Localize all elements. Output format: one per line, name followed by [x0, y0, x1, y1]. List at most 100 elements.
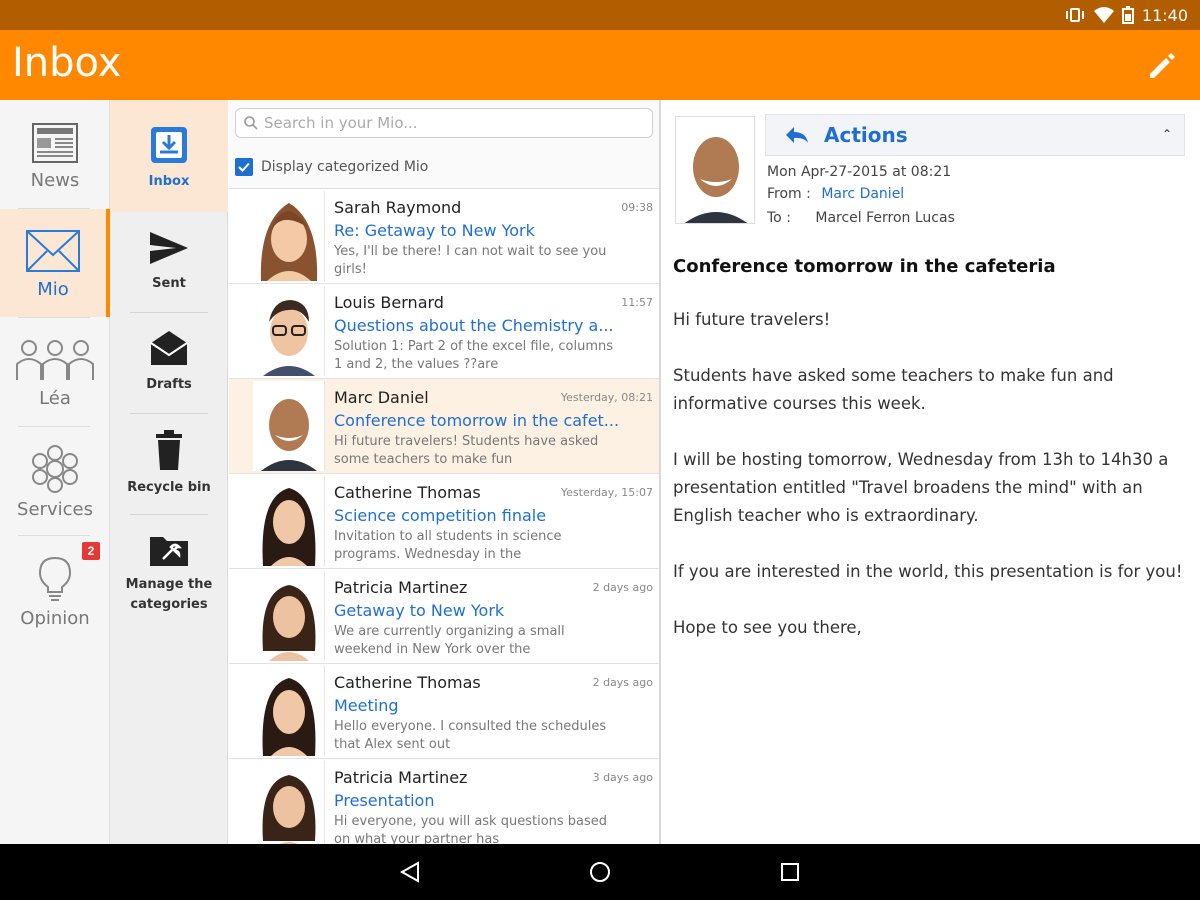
avatar [253, 666, 325, 756]
back-button[interactable] [398, 860, 422, 884]
back-triangle-icon [399, 861, 419, 883]
send-icon [150, 232, 188, 264]
message-preview: Invitation to all students in science pr… [334, 529, 562, 562]
avatar-woman-dark-hair-icon [253, 666, 324, 756]
trash-icon [156, 430, 182, 470]
message-time: 2 days ago [592, 676, 653, 689]
mail-body: Hi future travelers! Students have asked… [673, 306, 1193, 670]
open-envelope-icon [150, 331, 188, 365]
avatar-woman-icon [253, 761, 324, 844]
search-input[interactable] [264, 114, 644, 132]
home-button[interactable] [588, 860, 612, 884]
message-sender: Catherine Thomas [334, 483, 481, 502]
nav-label: Mio [37, 279, 69, 300]
status-time: 11:40 [1141, 5, 1188, 25]
categorized-toggle[interactable]: Display categorized Mio [235, 156, 428, 178]
from-label: From : [767, 186, 811, 202]
message-sender: Patricia Martinez [334, 578, 468, 597]
message-time: 2 days ago [592, 581, 653, 594]
message-row[interactable]: Patricia Martinez 3 days ago Presentatio… [229, 759, 659, 844]
message-row[interactable]: Catherine Thomas 2 days ago Meeting Hell… [229, 664, 659, 759]
message-sender: Louis Bernard [334, 293, 444, 312]
avatar-woman-icon [253, 571, 324, 661]
mail-date: Mon Apr-27-2015 at 08:21 [767, 164, 952, 180]
primary-nav: News Mio Léa Services 2 Opinion [0, 100, 110, 844]
message-subject: Meeting [334, 696, 399, 715]
system-nav-bar [0, 844, 1200, 900]
app-bar: Inbox [0, 30, 1200, 100]
folder-sent[interactable]: Sent [110, 212, 228, 312]
folder-manage-categories[interactable]: Manage the categories [110, 515, 228, 625]
check-icon [238, 162, 250, 172]
nav-item-mio[interactable]: Mio [0, 209, 110, 317]
message-time: 11:57 [621, 296, 653, 309]
mail-paragraph: I will be hosting tomorrow, Wednesday fr… [673, 450, 1169, 525]
message-row[interactable]: Catherine Thomas Yesterday, 15:07 Scienc… [229, 474, 659, 569]
recents-button[interactable] [778, 860, 802, 884]
status-icons: 11:40 [1064, 0, 1188, 30]
search-box [235, 108, 653, 138]
categorized-label: Display categorized Mio [261, 159, 429, 175]
actions-label: Actions [824, 123, 908, 147]
message-sender: Catherine Thomas [334, 673, 481, 692]
message-sender: Patricia Martinez [334, 768, 468, 787]
avatar [253, 476, 325, 566]
categorized-checkbox[interactable] [235, 158, 253, 176]
newspaper-icon [32, 123, 78, 163]
nav-label: News [30, 170, 80, 191]
message-list: Display categorized Mio Sarah Raymond 09… [229, 100, 661, 844]
mail-paragraph: If you are interested in the world, this… [673, 562, 1183, 581]
folder-label: Sent [152, 276, 186, 291]
nav-item-opinion[interactable]: Opinion [0, 536, 110, 644]
to-name: Marcel Ferron Lucas [815, 210, 955, 226]
reply-arrow-icon [786, 127, 808, 143]
compose-button[interactable] [1144, 48, 1180, 84]
recents-square-icon [781, 863, 799, 881]
mail-paragraph: Hi future travelers! [673, 310, 831, 329]
folder-label: Manage the categories [125, 577, 213, 612]
inbox-download-icon [151, 127, 187, 163]
folder-label: Recycle bin [127, 480, 211, 495]
nav-item-lea[interactable]: Léa [0, 318, 110, 426]
message-sender: Marc Daniel [334, 388, 429, 407]
message-subject: Conference tomorrow in the cafet... [334, 411, 620, 430]
avatar-bald-man-icon [676, 117, 754, 223]
battery-icon [1121, 6, 1134, 24]
folder-recycle-bin[interactable]: Recycle bin [110, 414, 228, 514]
message-time: 3 days ago [592, 771, 653, 784]
message-row[interactable]: Sarah Raymond 09:38 Re: Getaway to New Y… [229, 189, 659, 284]
nav-item-news[interactable]: News [0, 100, 110, 208]
page-title: Inbox [12, 40, 122, 86]
chevron-up-icon[interactable]: ⌃ [1162, 127, 1172, 141]
people-icon [16, 340, 94, 380]
message-subject: Science competition finale [334, 506, 547, 525]
nav-label: Services [17, 499, 93, 520]
message-row[interactable]: Marc Daniel Yesterday, 08:21 Conference … [229, 379, 659, 474]
search-icon [244, 116, 258, 130]
message-preview: Yes, I'll be there! I can not wait to se… [334, 244, 607, 277]
avatar-woman-dark-hair-icon [253, 476, 324, 566]
message-preview: Solution 1: Part 2 of the excel file, co… [334, 339, 614, 372]
message-subject: Questions about the Chemistry a... [334, 316, 614, 335]
folder-drafts[interactable]: Drafts [110, 313, 228, 413]
message-row[interactable]: Louis Bernard 11:57 Questions about the … [229, 284, 659, 379]
avatar [253, 761, 325, 844]
avatar-man-glasses-icon [253, 286, 324, 376]
mail-from: From : Marc Daniel [767, 186, 904, 202]
pencil-icon [1150, 53, 1175, 78]
envelope-icon [26, 230, 80, 272]
message-subject: Re: Getaway to New York [334, 221, 535, 240]
nav-item-services[interactable]: Services [0, 427, 110, 535]
folder-nav: Inbox Sent Drafts Recycle bin Manage the… [110, 100, 228, 844]
message-preview: Hi everyone, you will ask questions base… [334, 814, 608, 844]
message-preview: Hi future travelers! Students have asked… [334, 434, 599, 467]
message-row[interactable]: Patricia Martinez 2 days ago Getaway to … [229, 569, 659, 664]
from-link[interactable]: Marc Daniel [821, 186, 904, 202]
actions-bar[interactable]: Actions ⌃ [765, 114, 1185, 156]
avatar-bald-man-icon [253, 381, 324, 471]
avatar [253, 286, 325, 376]
folder-inbox[interactable]: Inbox [110, 100, 228, 212]
folder-label: Drafts [146, 377, 192, 392]
message-preview: Hello everyone. I consulted the schedule… [334, 719, 607, 752]
folder-label: Inbox [148, 174, 190, 189]
